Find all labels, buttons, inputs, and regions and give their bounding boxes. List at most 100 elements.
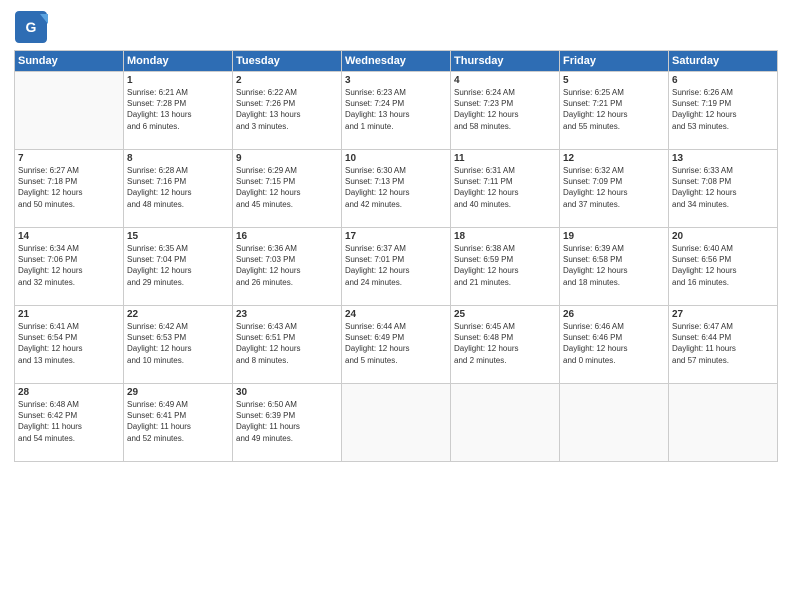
day-info: Sunrise: 6:43 AM Sunset: 6:51 PM Dayligh… [236, 321, 338, 366]
day-info: Sunrise: 6:37 AM Sunset: 7:01 PM Dayligh… [345, 243, 447, 288]
calendar-cell: 8Sunrise: 6:28 AM Sunset: 7:16 PM Daylig… [124, 150, 233, 228]
day-number: 22 [127, 309, 229, 320]
day-number: 25 [454, 309, 556, 320]
calendar-cell: 27Sunrise: 6:47 AM Sunset: 6:44 PM Dayli… [669, 306, 778, 384]
day-number: 3 [345, 75, 447, 86]
day-number: 19 [563, 231, 665, 242]
day-info: Sunrise: 6:26 AM Sunset: 7:19 PM Dayligh… [672, 87, 774, 132]
day-info: Sunrise: 6:31 AM Sunset: 7:11 PM Dayligh… [454, 165, 556, 210]
calendar-cell: 18Sunrise: 6:38 AM Sunset: 6:59 PM Dayli… [451, 228, 560, 306]
day-number: 7 [18, 153, 120, 164]
day-number: 23 [236, 309, 338, 320]
day-info: Sunrise: 6:23 AM Sunset: 7:24 PM Dayligh… [345, 87, 447, 132]
day-info: Sunrise: 6:24 AM Sunset: 7:23 PM Dayligh… [454, 87, 556, 132]
calendar-cell: 10Sunrise: 6:30 AM Sunset: 7:13 PM Dayli… [342, 150, 451, 228]
calendar-cell: 6Sunrise: 6:26 AM Sunset: 7:19 PM Daylig… [669, 72, 778, 150]
header-day-thursday: Thursday [451, 51, 560, 72]
day-number: 18 [454, 231, 556, 242]
day-info: Sunrise: 6:42 AM Sunset: 6:53 PM Dayligh… [127, 321, 229, 366]
day-info: Sunrise: 6:34 AM Sunset: 7:06 PM Dayligh… [18, 243, 120, 288]
header-day-wednesday: Wednesday [342, 51, 451, 72]
header-day-tuesday: Tuesday [233, 51, 342, 72]
calendar-week-row: 28Sunrise: 6:48 AM Sunset: 6:42 PM Dayli… [15, 384, 778, 462]
day-number: 15 [127, 231, 229, 242]
day-number: 6 [672, 75, 774, 86]
day-info: Sunrise: 6:33 AM Sunset: 7:08 PM Dayligh… [672, 165, 774, 210]
day-info: Sunrise: 6:44 AM Sunset: 6:49 PM Dayligh… [345, 321, 447, 366]
page-header: G [14, 10, 778, 44]
day-info: Sunrise: 6:25 AM Sunset: 7:21 PM Dayligh… [563, 87, 665, 132]
day-info: Sunrise: 6:39 AM Sunset: 6:58 PM Dayligh… [563, 243, 665, 288]
day-number: 24 [345, 309, 447, 320]
day-info: Sunrise: 6:45 AM Sunset: 6:48 PM Dayligh… [454, 321, 556, 366]
day-number: 30 [236, 387, 338, 398]
day-info: Sunrise: 6:48 AM Sunset: 6:42 PM Dayligh… [18, 399, 120, 444]
day-number: 20 [672, 231, 774, 242]
day-number: 2 [236, 75, 338, 86]
day-info: Sunrise: 6:27 AM Sunset: 7:18 PM Dayligh… [18, 165, 120, 210]
calendar-cell: 26Sunrise: 6:46 AM Sunset: 6:46 PM Dayli… [560, 306, 669, 384]
calendar-cell: 2Sunrise: 6:22 AM Sunset: 7:26 PM Daylig… [233, 72, 342, 150]
day-info: Sunrise: 6:28 AM Sunset: 7:16 PM Dayligh… [127, 165, 229, 210]
calendar-cell: 7Sunrise: 6:27 AM Sunset: 7:18 PM Daylig… [15, 150, 124, 228]
day-number: 10 [345, 153, 447, 164]
calendar-header-row: SundayMondayTuesdayWednesdayThursdayFrid… [15, 51, 778, 72]
calendar-cell: 12Sunrise: 6:32 AM Sunset: 7:09 PM Dayli… [560, 150, 669, 228]
logo-icon: G [14, 10, 48, 44]
day-number: 28 [18, 387, 120, 398]
day-info: Sunrise: 6:47 AM Sunset: 6:44 PM Dayligh… [672, 321, 774, 366]
day-number: 8 [127, 153, 229, 164]
header-day-monday: Monday [124, 51, 233, 72]
header-day-friday: Friday [560, 51, 669, 72]
day-info: Sunrise: 6:29 AM Sunset: 7:15 PM Dayligh… [236, 165, 338, 210]
header-day-sunday: Sunday [15, 51, 124, 72]
calendar-cell: 29Sunrise: 6:49 AM Sunset: 6:41 PM Dayli… [124, 384, 233, 462]
calendar-cell: 11Sunrise: 6:31 AM Sunset: 7:11 PM Dayli… [451, 150, 560, 228]
calendar-cell [451, 384, 560, 462]
day-number: 13 [672, 153, 774, 164]
calendar-cell: 14Sunrise: 6:34 AM Sunset: 7:06 PM Dayli… [15, 228, 124, 306]
day-info: Sunrise: 6:22 AM Sunset: 7:26 PM Dayligh… [236, 87, 338, 132]
calendar-week-row: 14Sunrise: 6:34 AM Sunset: 7:06 PM Dayli… [15, 228, 778, 306]
day-number: 1 [127, 75, 229, 86]
day-number: 12 [563, 153, 665, 164]
day-number: 9 [236, 153, 338, 164]
day-info: Sunrise: 6:36 AM Sunset: 7:03 PM Dayligh… [236, 243, 338, 288]
day-number: 11 [454, 153, 556, 164]
day-info: Sunrise: 6:50 AM Sunset: 6:39 PM Dayligh… [236, 399, 338, 444]
calendar-cell: 15Sunrise: 6:35 AM Sunset: 7:04 PM Dayli… [124, 228, 233, 306]
day-info: Sunrise: 6:32 AM Sunset: 7:09 PM Dayligh… [563, 165, 665, 210]
calendar-cell: 13Sunrise: 6:33 AM Sunset: 7:08 PM Dayli… [669, 150, 778, 228]
calendar-cell [669, 384, 778, 462]
day-number: 27 [672, 309, 774, 320]
calendar-week-row: 1Sunrise: 6:21 AM Sunset: 7:28 PM Daylig… [15, 72, 778, 150]
calendar-cell: 4Sunrise: 6:24 AM Sunset: 7:23 PM Daylig… [451, 72, 560, 150]
day-number: 17 [345, 231, 447, 242]
day-info: Sunrise: 6:46 AM Sunset: 6:46 PM Dayligh… [563, 321, 665, 366]
day-number: 4 [454, 75, 556, 86]
calendar-cell: 3Sunrise: 6:23 AM Sunset: 7:24 PM Daylig… [342, 72, 451, 150]
day-info: Sunrise: 6:38 AM Sunset: 6:59 PM Dayligh… [454, 243, 556, 288]
day-number: 14 [18, 231, 120, 242]
calendar-cell: 19Sunrise: 6:39 AM Sunset: 6:58 PM Dayli… [560, 228, 669, 306]
day-number: 5 [563, 75, 665, 86]
calendar-cell: 9Sunrise: 6:29 AM Sunset: 7:15 PM Daylig… [233, 150, 342, 228]
calendar-cell: 30Sunrise: 6:50 AM Sunset: 6:39 PM Dayli… [233, 384, 342, 462]
calendar-cell [342, 384, 451, 462]
calendar-cell [15, 72, 124, 150]
day-info: Sunrise: 6:49 AM Sunset: 6:41 PM Dayligh… [127, 399, 229, 444]
calendar-cell: 21Sunrise: 6:41 AM Sunset: 6:54 PM Dayli… [15, 306, 124, 384]
logo: G [14, 10, 52, 44]
calendar-cell: 25Sunrise: 6:45 AM Sunset: 6:48 PM Dayli… [451, 306, 560, 384]
calendar-cell: 22Sunrise: 6:42 AM Sunset: 6:53 PM Dayli… [124, 306, 233, 384]
svg-text:G: G [26, 19, 37, 35]
day-info: Sunrise: 6:41 AM Sunset: 6:54 PM Dayligh… [18, 321, 120, 366]
header-day-saturday: Saturday [669, 51, 778, 72]
calendar-cell [560, 384, 669, 462]
day-info: Sunrise: 6:30 AM Sunset: 7:13 PM Dayligh… [345, 165, 447, 210]
calendar-cell: 1Sunrise: 6:21 AM Sunset: 7:28 PM Daylig… [124, 72, 233, 150]
day-number: 29 [127, 387, 229, 398]
calendar-cell: 20Sunrise: 6:40 AM Sunset: 6:56 PM Dayli… [669, 228, 778, 306]
calendar-cell: 23Sunrise: 6:43 AM Sunset: 6:51 PM Dayli… [233, 306, 342, 384]
calendar-cell: 28Sunrise: 6:48 AM Sunset: 6:42 PM Dayli… [15, 384, 124, 462]
